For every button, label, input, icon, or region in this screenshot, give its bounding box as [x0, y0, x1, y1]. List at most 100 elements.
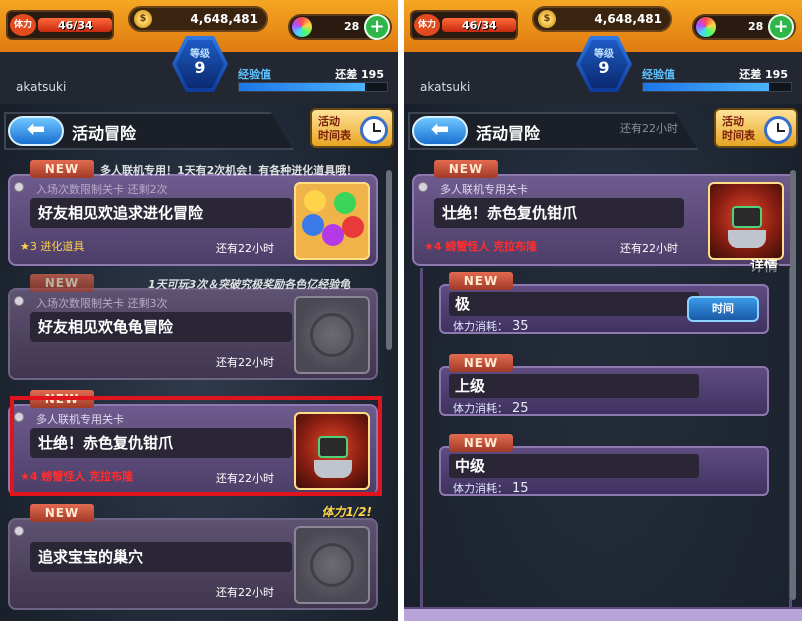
event-time-left: 还有22小时: [620, 242, 678, 255]
page-title: 活动冒险: [72, 124, 137, 143]
exp-fill: [643, 83, 769, 91]
event-card[interactable]: 入场次数限制关卡 还剩3次 好友相见欢龟龟冒险 还有22小时 NEW 1天可玩3…: [8, 274, 378, 382]
event-time-left: 还有22小时: [216, 356, 274, 369]
coin-counter: $ 4,648,481: [128, 6, 268, 32]
back-button[interactable]: ⬅: [412, 116, 468, 146]
stamina-cost: 体力消耗： 25: [453, 400, 529, 416]
rank-value: 9: [194, 58, 206, 77]
locked-emblem-icon: [294, 526, 370, 604]
selection-highlight: [10, 396, 382, 496]
new-badge: NEW: [449, 434, 513, 452]
stamina-icon: 体力: [10, 14, 36, 36]
event-banner: 多人联机专用！1天有2次机会！有各种进化道具哦！: [100, 164, 358, 177]
gem-counter: 28 +: [288, 14, 392, 40]
exp-label: 经验值: [238, 68, 271, 81]
new-badge: NEW: [434, 160, 498, 178]
clock-icon: [764, 116, 792, 144]
exp-fill: [239, 83, 365, 91]
rank-value: 9: [598, 58, 610, 77]
title-bar: ⬅ 活动冒险 还有22小时 活动 时间表: [408, 108, 798, 152]
exp-bar: [238, 82, 388, 92]
stamina-value: 46/34: [462, 19, 497, 32]
time-button[interactable]: 时间: [687, 296, 759, 322]
title-bar: ⬅ 活动冒险 活动 时间表: [4, 108, 394, 152]
blue-stone-icon: [302, 214, 324, 236]
scrollbar[interactable]: [790, 170, 796, 600]
stamina-cost: 体力消耗： 15: [453, 480, 529, 496]
new-badge: NEW: [449, 354, 513, 372]
event-subtitle: 多人联机专用关卡: [440, 183, 528, 196]
event-subtitle: 入场次数限制关卡 还剩3次: [36, 297, 168, 310]
rainbow-gem-icon: [696, 17, 716, 37]
event-card[interactable]: 追求宝宝的巢穴 还有22小时 NEW: [8, 504, 378, 612]
stamina-cost-label: 体力消耗：: [453, 320, 508, 333]
new-badge: NEW: [449, 272, 513, 290]
difficulty-name: 上级: [449, 374, 699, 398]
back-button[interactable]: ⬅: [8, 116, 64, 146]
difficulty-item[interactable]: 上级 体力消耗： 25 NEW: [439, 354, 769, 416]
stamina-icon: 体力: [414, 14, 440, 36]
crab-robot-boss-icon[interactable]: [708, 182, 784, 260]
difficulty-item[interactable]: 中级 体力消耗： 15 NEW: [439, 434, 769, 496]
event-schedule-button[interactable]: 活动 时间表: [310, 108, 394, 148]
event-time-left: 还有22小时: [216, 586, 274, 599]
add-gems-button[interactable]: +: [768, 14, 794, 40]
gem-value: 28: [748, 20, 764, 33]
exp-bar: [642, 82, 792, 92]
event-card[interactable]: 入场次数限制关卡 还剩2次 好友相见欢追求进化冒险 ★3 进化道具 还有22小时…: [8, 160, 378, 268]
username: akatsuki: [16, 80, 67, 94]
difficulty-name: 中级: [449, 454, 699, 478]
top-hud: 体力 46/34 $ 4,648,481 28 + 等级 9 akatsuki …: [0, 0, 398, 104]
coin-icon: $: [134, 10, 152, 28]
red-stone-icon: [342, 216, 364, 238]
coin-icon: $: [538, 10, 556, 28]
event-title: 追求宝宝的巢穴: [30, 542, 292, 572]
difficulty-name: 极: [449, 292, 699, 316]
event-card-body[interactable]: 多人联机专用关卡 壮绝！赤色复仇钳爪 ★4 螃蟹怪人 克拉布隆 还有22小时 详…: [412, 174, 792, 275]
event-card-body[interactable]: 追求宝宝的巢穴 还有22小时: [8, 518, 378, 610]
event-schedule-button[interactable]: 活动 时间表: [714, 108, 798, 148]
exp-label: 经验值: [642, 68, 675, 81]
page-title: 活动冒险: [476, 124, 541, 143]
coin-value: 4,648,481: [190, 12, 258, 26]
purple-stone-icon: [322, 224, 344, 246]
bottom-frame: [404, 607, 802, 621]
robot-jaw-icon: [728, 230, 766, 248]
difficulty-list: 极 体力消耗： 35 时间 NEW 上级 体力消耗： 25 NEW 中级 体力消耗：…: [420, 268, 792, 608]
gem-counter: 28 +: [692, 14, 796, 40]
pin-icon: [14, 296, 24, 306]
rainbow-gem-icon: [292, 17, 312, 37]
robot-visor-icon: [732, 206, 762, 228]
username: akatsuki: [420, 80, 471, 94]
difficulty-item[interactable]: 极 体力消耗： 35 时间 NEW: [439, 272, 769, 334]
difficulty-card[interactable]: 极 体力消耗： 35 时间: [439, 284, 769, 334]
emblem-ring-icon: [310, 543, 354, 587]
stamina-cost-label: 体力消耗：: [453, 482, 508, 495]
stamina-bar: 体力 46/34: [6, 10, 114, 40]
green-stone-icon: [334, 192, 356, 214]
new-badge: NEW: [30, 160, 94, 178]
screen-right: 体力 46/34 $ 4,648,481 28 + 等级 9 akatsuki …: [404, 0, 802, 621]
stamina-cost-label: 体力消耗：: [453, 402, 508, 415]
coin-counter: $ 4,648,481: [532, 6, 672, 32]
selected-event-card[interactable]: 多人联机专用关卡 壮绝！赤色复仇钳爪 ★4 螃蟹怪人 克拉布隆 还有22小时 详…: [412, 160, 802, 275]
difficulty-card[interactable]: 中级 体力消耗： 15: [439, 446, 769, 496]
clock-icon: [360, 116, 388, 144]
event-subtitle: 入场次数限制关卡 还剩2次: [36, 183, 168, 196]
scrollbar[interactable]: [386, 170, 392, 350]
event-card-body[interactable]: 入场次数限制关卡 还剩2次 好友相见欢追求进化冒险 ★3 进化道具 还有22小时: [8, 174, 378, 266]
event-title: 壮绝！赤色复仇钳爪: [434, 198, 684, 228]
new-badge: NEW: [30, 504, 94, 522]
stamina-cost-value: 35: [512, 319, 529, 334]
event-reward: ★4 螃蟹怪人 克拉布隆: [424, 240, 538, 253]
evolution-stones-icon: [294, 182, 370, 260]
event-card-body[interactable]: 入场次数限制关卡 还剩3次 好友相见欢龟龟冒险 还有22小时: [8, 288, 378, 380]
event-title: 好友相见欢追求进化冒险: [30, 198, 292, 228]
exp-remaining: 还差 195: [335, 68, 384, 81]
stamina-cost-value: 25: [512, 401, 529, 416]
pin-icon: [14, 182, 24, 192]
coin-value: 4,648,481: [594, 12, 662, 26]
add-gems-button[interactable]: +: [364, 14, 390, 40]
difficulty-card[interactable]: 上级 体力消耗： 25: [439, 366, 769, 416]
event-reward: ★3 进化道具: [20, 240, 85, 253]
